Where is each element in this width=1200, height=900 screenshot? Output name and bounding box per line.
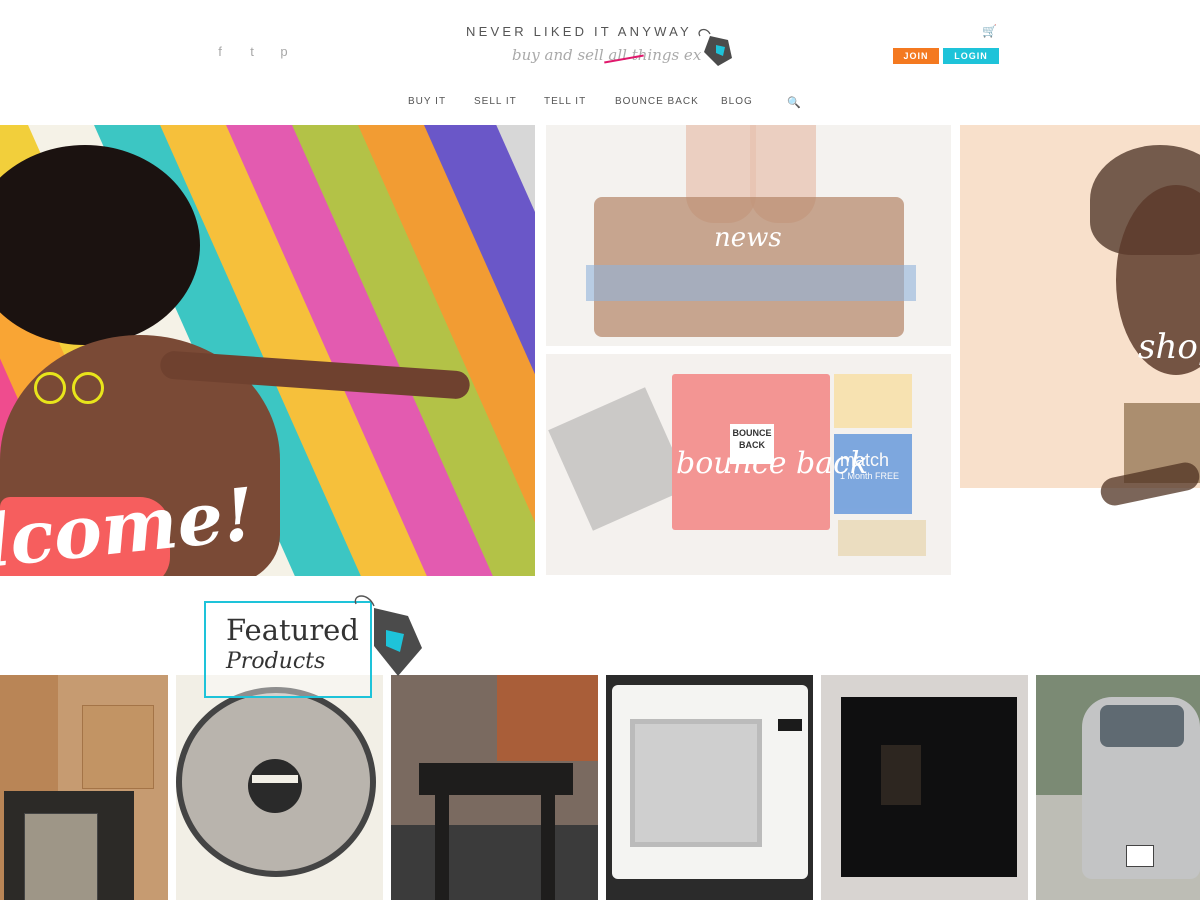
search-icon[interactable]: 🔍	[787, 96, 802, 109]
bounce-back-text: bounce back	[676, 446, 869, 481]
sunglasses	[34, 372, 106, 406]
facebook-icon[interactable]: f	[212, 44, 228, 60]
featured-heading-line2: Products	[226, 649, 326, 674]
shop-text: shop	[1138, 327, 1200, 367]
product-card[interactable]	[606, 675, 813, 900]
nav-buy-it[interactable]: BUY IT	[408, 96, 446, 107]
twitter-icon[interactable]: t	[244, 44, 260, 60]
pinterest-icon[interactable]: p	[276, 44, 292, 60]
nav-sell-it[interactable]: SELL IT	[474, 96, 517, 107]
shop-hand	[960, 440, 1200, 540]
tag-icon	[698, 28, 732, 66]
product-card[interactable]	[391, 675, 598, 900]
product-card[interactable]	[176, 675, 383, 900]
nav-bounce-back[interactable]: BOUNCE BACK	[615, 96, 699, 107]
news-tile[interactable]: news	[546, 125, 951, 346]
product-card[interactable]	[0, 675, 168, 900]
product-card[interactable]	[1036, 675, 1200, 900]
site-header: f t p NEVER LIKED IT ANYWAY buy and sell…	[0, 0, 1200, 124]
product-card[interactable]	[821, 675, 1028, 900]
product-strip	[0, 675, 1200, 900]
login-button[interactable]: LOGIN	[943, 48, 999, 64]
nav-tell-it[interactable]: TELL IT	[544, 96, 586, 107]
welcome-banner[interactable]: lcome!	[0, 125, 535, 576]
logo-title: NEVER LIKED IT ANYWAY	[466, 24, 692, 39]
featured-products-heading: Featured Products	[204, 601, 372, 698]
social-links: f t p	[212, 44, 292, 60]
main-nav: BUY IT SELL IT TELL IT BOUNCE BACK BLOG …	[0, 96, 1200, 112]
shop-tile[interactable]: shop	[960, 125, 1200, 488]
bounce-back-tile[interactable]: BOUNCE BACK match 1 Month FREE bounce ba…	[546, 354, 951, 575]
featured-heading-line1: Featured	[226, 613, 359, 647]
nav-blog[interactable]: BLOG	[721, 96, 753, 107]
featured-tag-icon	[354, 595, 422, 676]
cart-icon[interactable]: 🛒	[982, 24, 997, 38]
site-logo[interactable]: NEVER LIKED IT ANYWAY buy and sell all t…	[466, 24, 738, 76]
news-text: news	[714, 223, 782, 253]
join-button[interactable]: JOIN	[893, 48, 939, 64]
